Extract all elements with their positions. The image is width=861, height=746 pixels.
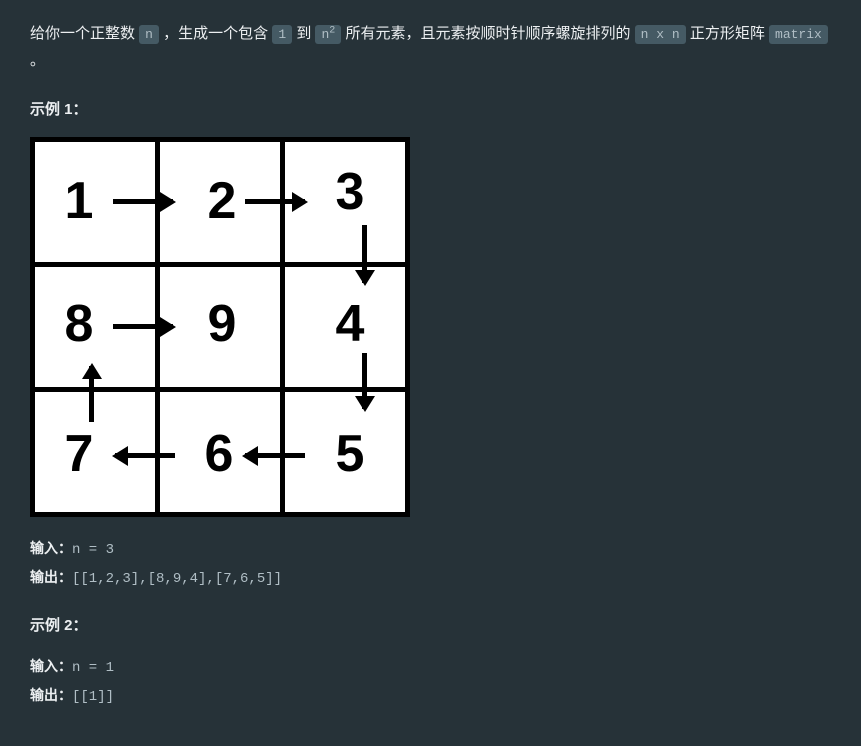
code-n-squared: n2 <box>315 25 341 44</box>
cell-number: 9 <box>208 278 237 372</box>
output-line: 输出：[[1]] <box>30 682 831 711</box>
grid-cell: 8 <box>35 267 155 387</box>
input-line: 输入：n = 3 <box>30 535 831 564</box>
input-label: 输入： <box>30 540 72 556</box>
example-2-io: 输入：n = 1 输出：[[1]] <box>30 653 831 710</box>
grid-cell: 7 <box>35 392 155 512</box>
input-line: 输入：n = 1 <box>30 653 831 682</box>
grid-cell: 1 <box>35 142 155 262</box>
desc-text: ，生成一个包含 <box>163 25 272 42</box>
code-n: n <box>139 25 159 44</box>
output-label: 输出： <box>30 687 72 703</box>
output-label: 输出： <box>30 569 72 585</box>
cell-number: 1 <box>65 155 94 249</box>
output-line: 输出：[[1,2,3],[8,9,4],[7,6,5]] <box>30 564 831 593</box>
code-matrix: matrix <box>769 25 828 44</box>
cell-number: 3 <box>336 146 365 240</box>
desc-text: 到 <box>296 25 315 42</box>
output-value: [[1,2,3],[8,9,4],[7,6,5]] <box>72 571 282 587</box>
grid-cell: 5 <box>285 392 405 512</box>
grid-cell: 4 <box>285 267 405 387</box>
spiral-matrix-image: 1 2 3 8 9 4 7 6 5 <box>30 137 410 517</box>
cell-number: 8 <box>65 278 94 372</box>
desc-text: 所有元素，且元素按顺时针顺序螺旋排列的 <box>345 25 634 42</box>
example-1-title: 示例 1： <box>30 96 831 123</box>
cell-number: 2 <box>208 155 237 249</box>
spiral-grid: 1 2 3 8 9 4 7 6 5 <box>35 142 405 512</box>
grid-cell: 6 <box>160 392 280 512</box>
problem-description: 给你一个正整数 n ，生成一个包含 1 到 n2 所有元素，且元素按顺时针顺序螺… <box>30 20 831 74</box>
desc-text: 给你一个正整数 <box>30 25 139 42</box>
desc-text: 。 <box>30 52 45 69</box>
cell-number: 5 <box>336 408 365 502</box>
input-value: n = 1 <box>72 660 114 676</box>
grid-cell: 2 <box>160 142 280 262</box>
grid-cell: 3 <box>285 142 405 262</box>
input-value: n = 3 <box>72 542 114 558</box>
code-1: 1 <box>272 25 292 44</box>
desc-text: 正方形矩阵 <box>690 25 769 42</box>
example-1-io: 输入：n = 3 输出：[[1,2,3],[8,9,4],[7,6,5]] <box>30 535 831 592</box>
example-2-title: 示例 2： <box>30 612 831 639</box>
cell-number: 4 <box>336 278 365 372</box>
cell-number: 6 <box>205 408 234 502</box>
cell-number: 7 <box>65 408 94 502</box>
grid-cell: 9 <box>160 267 280 387</box>
code-nxn: n x n <box>635 25 686 44</box>
input-label: 输入： <box>30 658 72 674</box>
output-value: [[1]] <box>72 689 114 705</box>
